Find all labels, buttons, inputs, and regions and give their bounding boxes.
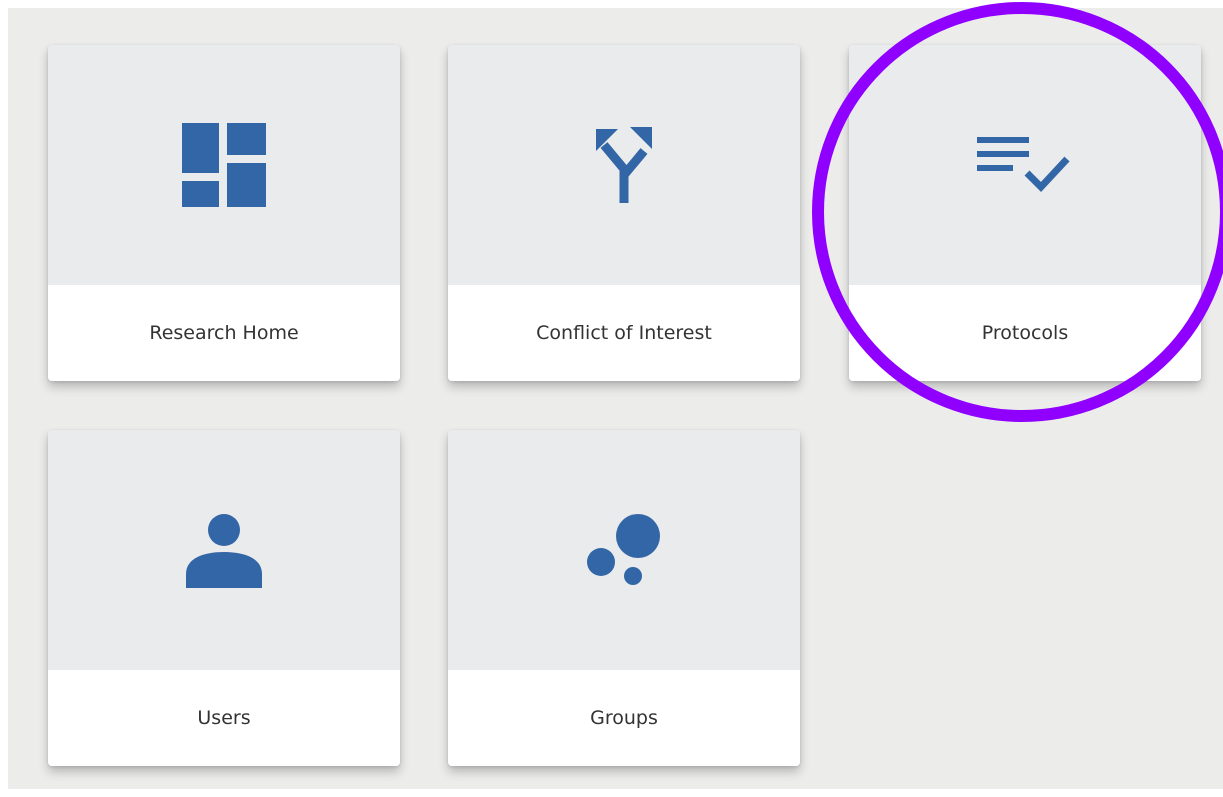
tile-label-area: Research Home bbox=[48, 285, 400, 381]
tile-research-home[interactable]: Research Home bbox=[48, 45, 400, 381]
tile-label-area: Users bbox=[48, 670, 400, 766]
list-check-icon bbox=[977, 137, 1073, 193]
tile-protocols[interactable]: Protocols bbox=[849, 45, 1201, 381]
tile-icon-area bbox=[448, 430, 800, 670]
tile-icon-area bbox=[849, 45, 1201, 285]
bubbles-icon bbox=[586, 512, 662, 588]
tile-label-area: Protocols bbox=[849, 285, 1201, 381]
tile-icon-area bbox=[448, 45, 800, 285]
tile-label: Research Home bbox=[149, 322, 299, 344]
tile-label: Protocols bbox=[981, 322, 1069, 344]
person-icon bbox=[186, 512, 262, 588]
tile-label-area: Conflict of Interest bbox=[448, 285, 800, 381]
fork-arrows-icon bbox=[596, 125, 652, 205]
tile-users[interactable]: Users bbox=[48, 430, 400, 766]
tile-label: Users bbox=[197, 707, 251, 729]
tile-icon-area bbox=[48, 430, 400, 670]
dashboard-icon bbox=[182, 123, 266, 207]
tile-icon-area bbox=[48, 45, 400, 285]
tile-label: Conflict of Interest bbox=[536, 322, 712, 344]
tile-groups[interactable]: Groups bbox=[448, 430, 800, 766]
tile-conflict-of-interest[interactable]: Conflict of Interest bbox=[448, 45, 800, 381]
app-tile-grid: Research Home Conflict of Interest Proto… bbox=[8, 8, 1223, 789]
tile-label: Groups bbox=[590, 707, 658, 729]
tile-label-area: Groups bbox=[448, 670, 800, 766]
